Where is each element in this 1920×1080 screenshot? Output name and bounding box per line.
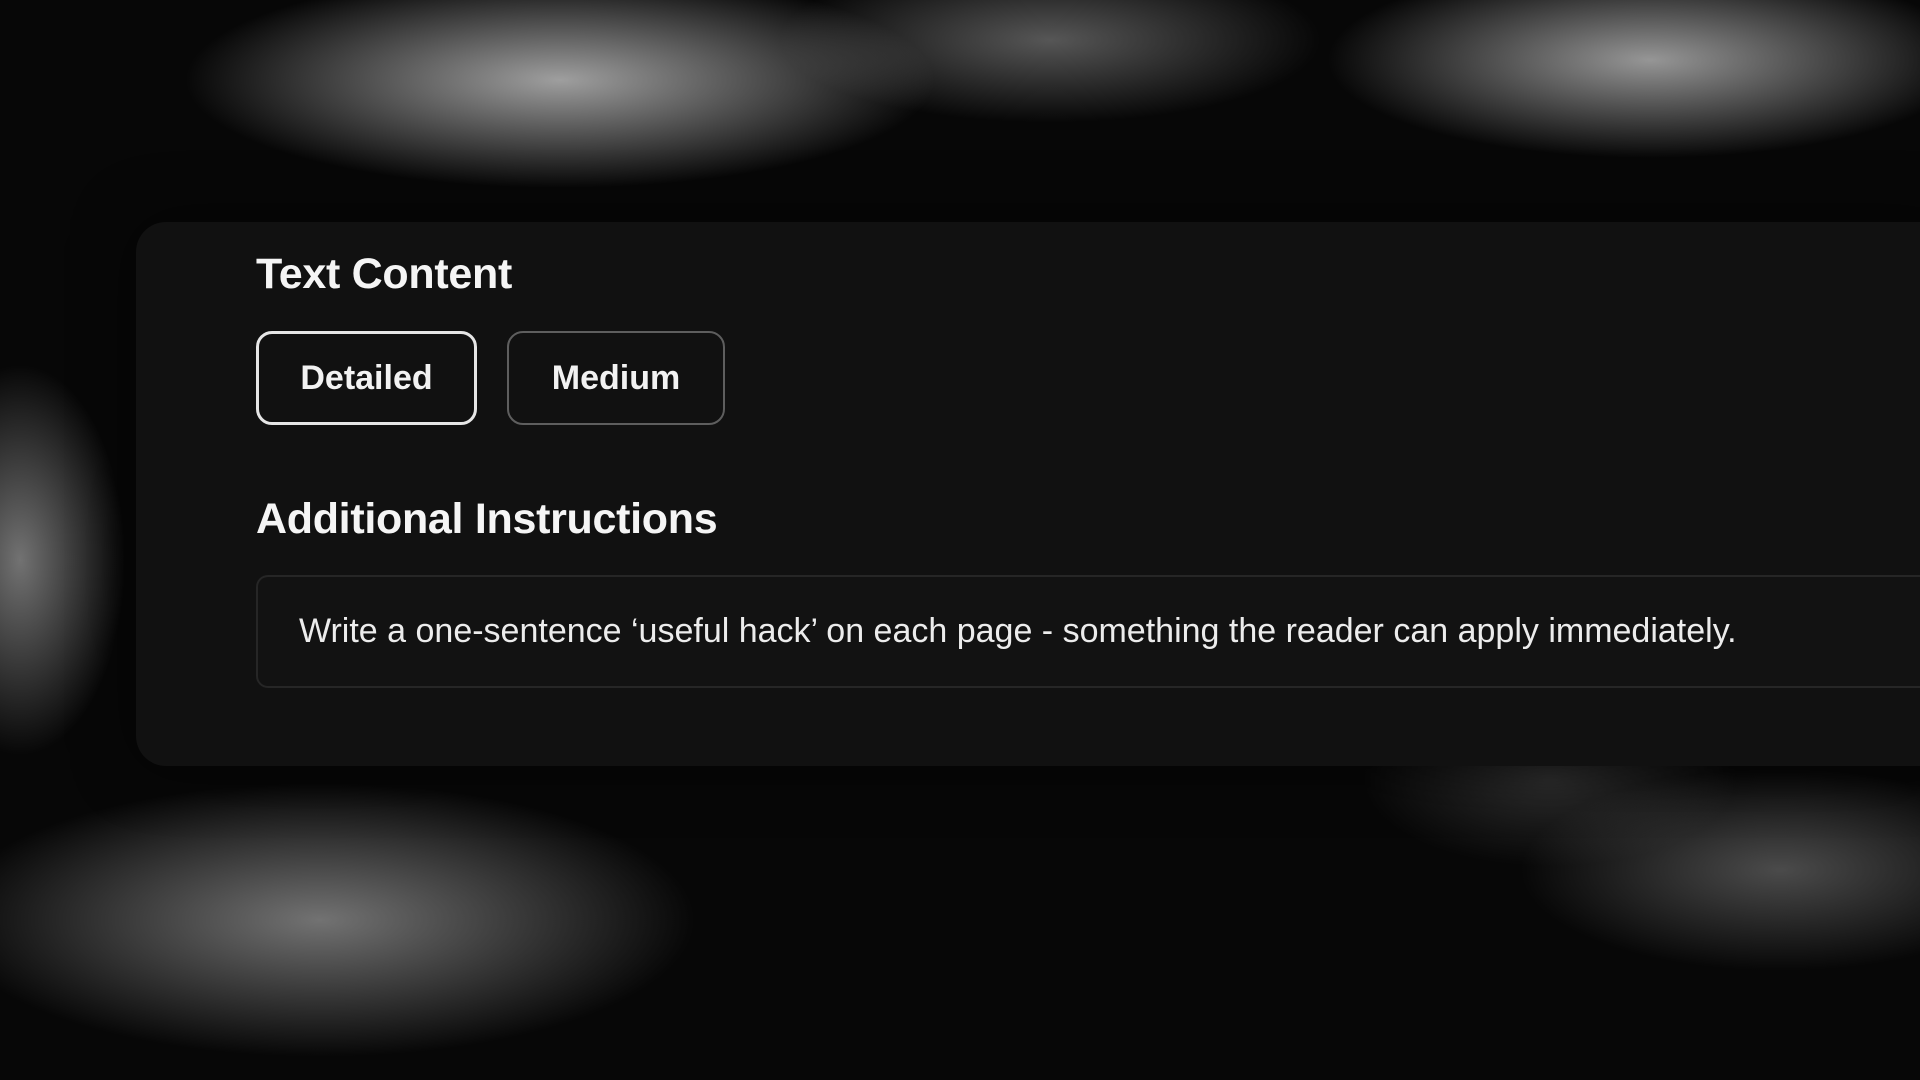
settings-panel: Text Content Detailed Medium Additional … (136, 222, 1920, 766)
additional-instructions-input[interactable]: Write a one-sentence ‘useful hack’ on ea… (256, 575, 1920, 688)
medium-option-button[interactable]: Medium (507, 331, 725, 425)
text-content-options: Detailed Medium (256, 331, 725, 425)
detailed-option-button[interactable]: Detailed (256, 331, 477, 425)
additional-instructions-title: Additional Instructions (256, 495, 718, 543)
text-content-title: Text Content (256, 250, 512, 298)
